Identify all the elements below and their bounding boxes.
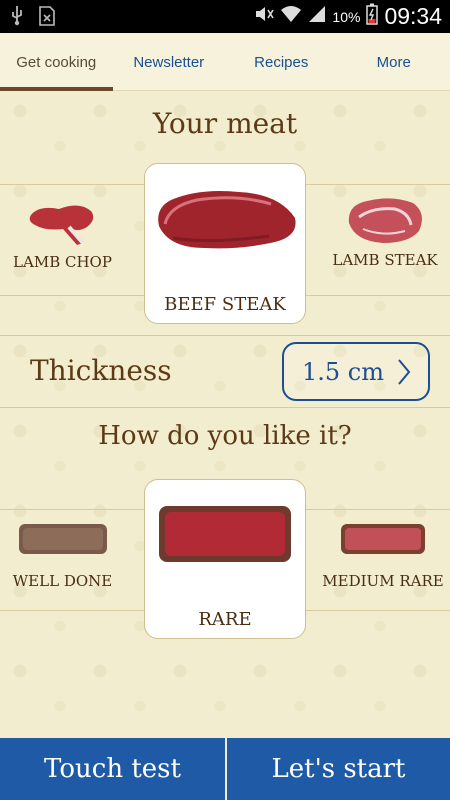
lamb-steak-image [348,198,422,243]
divider [0,407,450,408]
wifi-icon [280,5,302,28]
lets-start-button[interactable]: Let's start [225,738,450,800]
lamb-chop-label: LAMB CHOP [13,253,112,271]
beef-steak-label: BEEF STEAK [164,294,286,315]
meat-option-lamb-chop[interactable]: LAMB CHOP [0,191,125,287]
thickness-label: Thickness [30,354,172,387]
rare-steak-image [159,506,291,562]
no-sim-icon [38,6,56,31]
doneness-heading: How do you like it? [98,421,352,451]
doneness-option-well-done[interactable]: WELL DONE [0,516,125,602]
status-bar: 10% 09:34 [0,0,450,33]
meat-heading: Your meat [152,107,298,140]
tab-newsletter[interactable]: Newsletter [113,33,226,91]
usb-icon [10,6,24,31]
tab-more[interactable]: More [338,33,450,91]
lamb-steak-label: LAMB STEAK [332,251,438,269]
touch-test-button[interactable]: Touch test [0,738,225,800]
thickness-selector[interactable]: 1.5 cm [282,342,430,401]
battery-percent: 10% [332,8,361,25]
chevron-right-icon [398,359,411,385]
medium-rare-image [341,524,425,554]
divider [0,335,450,336]
battery-icon [366,3,379,30]
beef-steak-image [158,191,296,249]
tab-get-cooking[interactable]: Get cooking [0,33,113,91]
signal-icon [308,5,326,28]
rare-label: RARE [198,609,252,630]
thickness-value: 1.5 cm [302,357,384,386]
bottom-action-bar: Touch test Let's start [0,738,450,800]
meat-option-lamb-steak[interactable]: LAMB STEAK [320,191,450,287]
tab-bar: Get cooking Newsletter Recipes More [0,33,450,91]
meat-option-beef-steak[interactable]: BEEF STEAK [144,163,306,324]
mute-icon [254,5,275,28]
lamb-chop-image [29,205,93,245]
well-done-image [18,524,107,554]
tab-recipes[interactable]: Recipes [225,33,338,91]
well-done-label: WELL DONE [12,572,113,590]
medium-rare-label: MEDIUM RARE [322,572,444,590]
doneness-option-rare[interactable]: RARE [144,479,306,639]
main-content: Your meat LAMB CHOP BEEF STEAK LAMB STEA… [0,91,450,738]
clock: 09:34 [384,3,442,29]
doneness-option-medium-rare[interactable]: MEDIUM RARE [316,516,450,602]
